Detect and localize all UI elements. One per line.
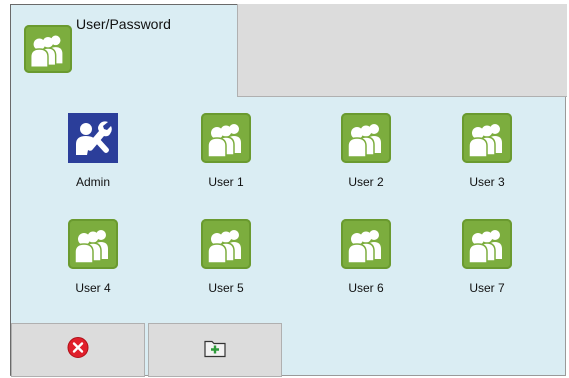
users-group-icon xyxy=(462,113,512,163)
user-tile-label: User 2 xyxy=(348,175,384,189)
users-group-icon xyxy=(201,113,251,163)
user-tile-label: User 7 xyxy=(469,281,505,295)
users-group-icon xyxy=(462,219,512,269)
user-tile-label: User 6 xyxy=(348,281,384,295)
add-user-folder-button[interactable] xyxy=(148,323,282,377)
user-tile-user-2[interactable]: User 2 xyxy=(326,113,406,193)
close-icon xyxy=(67,337,89,364)
user-tile-admin[interactable]: Admin xyxy=(53,113,133,193)
close-button[interactable] xyxy=(11,323,145,377)
user-tile-user-5[interactable]: User 5 xyxy=(186,219,266,299)
user-tile-user-1[interactable]: User 1 xyxy=(186,113,266,193)
page-title: User/Password xyxy=(76,16,171,32)
user-tile-user-3[interactable]: User 3 xyxy=(447,113,527,193)
user-tile-user-4[interactable]: User 4 xyxy=(53,219,133,299)
user-tile-label: User 3 xyxy=(469,175,505,189)
user-tile-label: User 5 xyxy=(208,281,244,295)
user-password-panel: User/Password Admin User 1 User 2 User 3… xyxy=(10,4,567,377)
admin-tools-icon xyxy=(68,113,118,163)
info-area xyxy=(237,4,567,97)
users-group-icon xyxy=(341,113,391,163)
user-tile-label: User 1 xyxy=(208,175,244,189)
users-group-icon xyxy=(201,219,251,269)
users-group-icon xyxy=(341,219,391,269)
add-folder-icon xyxy=(204,338,226,363)
user-tile-label: User 4 xyxy=(75,281,111,295)
user-tile-label: Admin xyxy=(75,175,110,189)
user-tile-user-7[interactable]: User 7 xyxy=(447,219,527,299)
users-group-icon xyxy=(68,219,118,269)
users-group-icon xyxy=(24,25,72,73)
user-tile-user-6[interactable]: User 6 xyxy=(326,219,406,299)
